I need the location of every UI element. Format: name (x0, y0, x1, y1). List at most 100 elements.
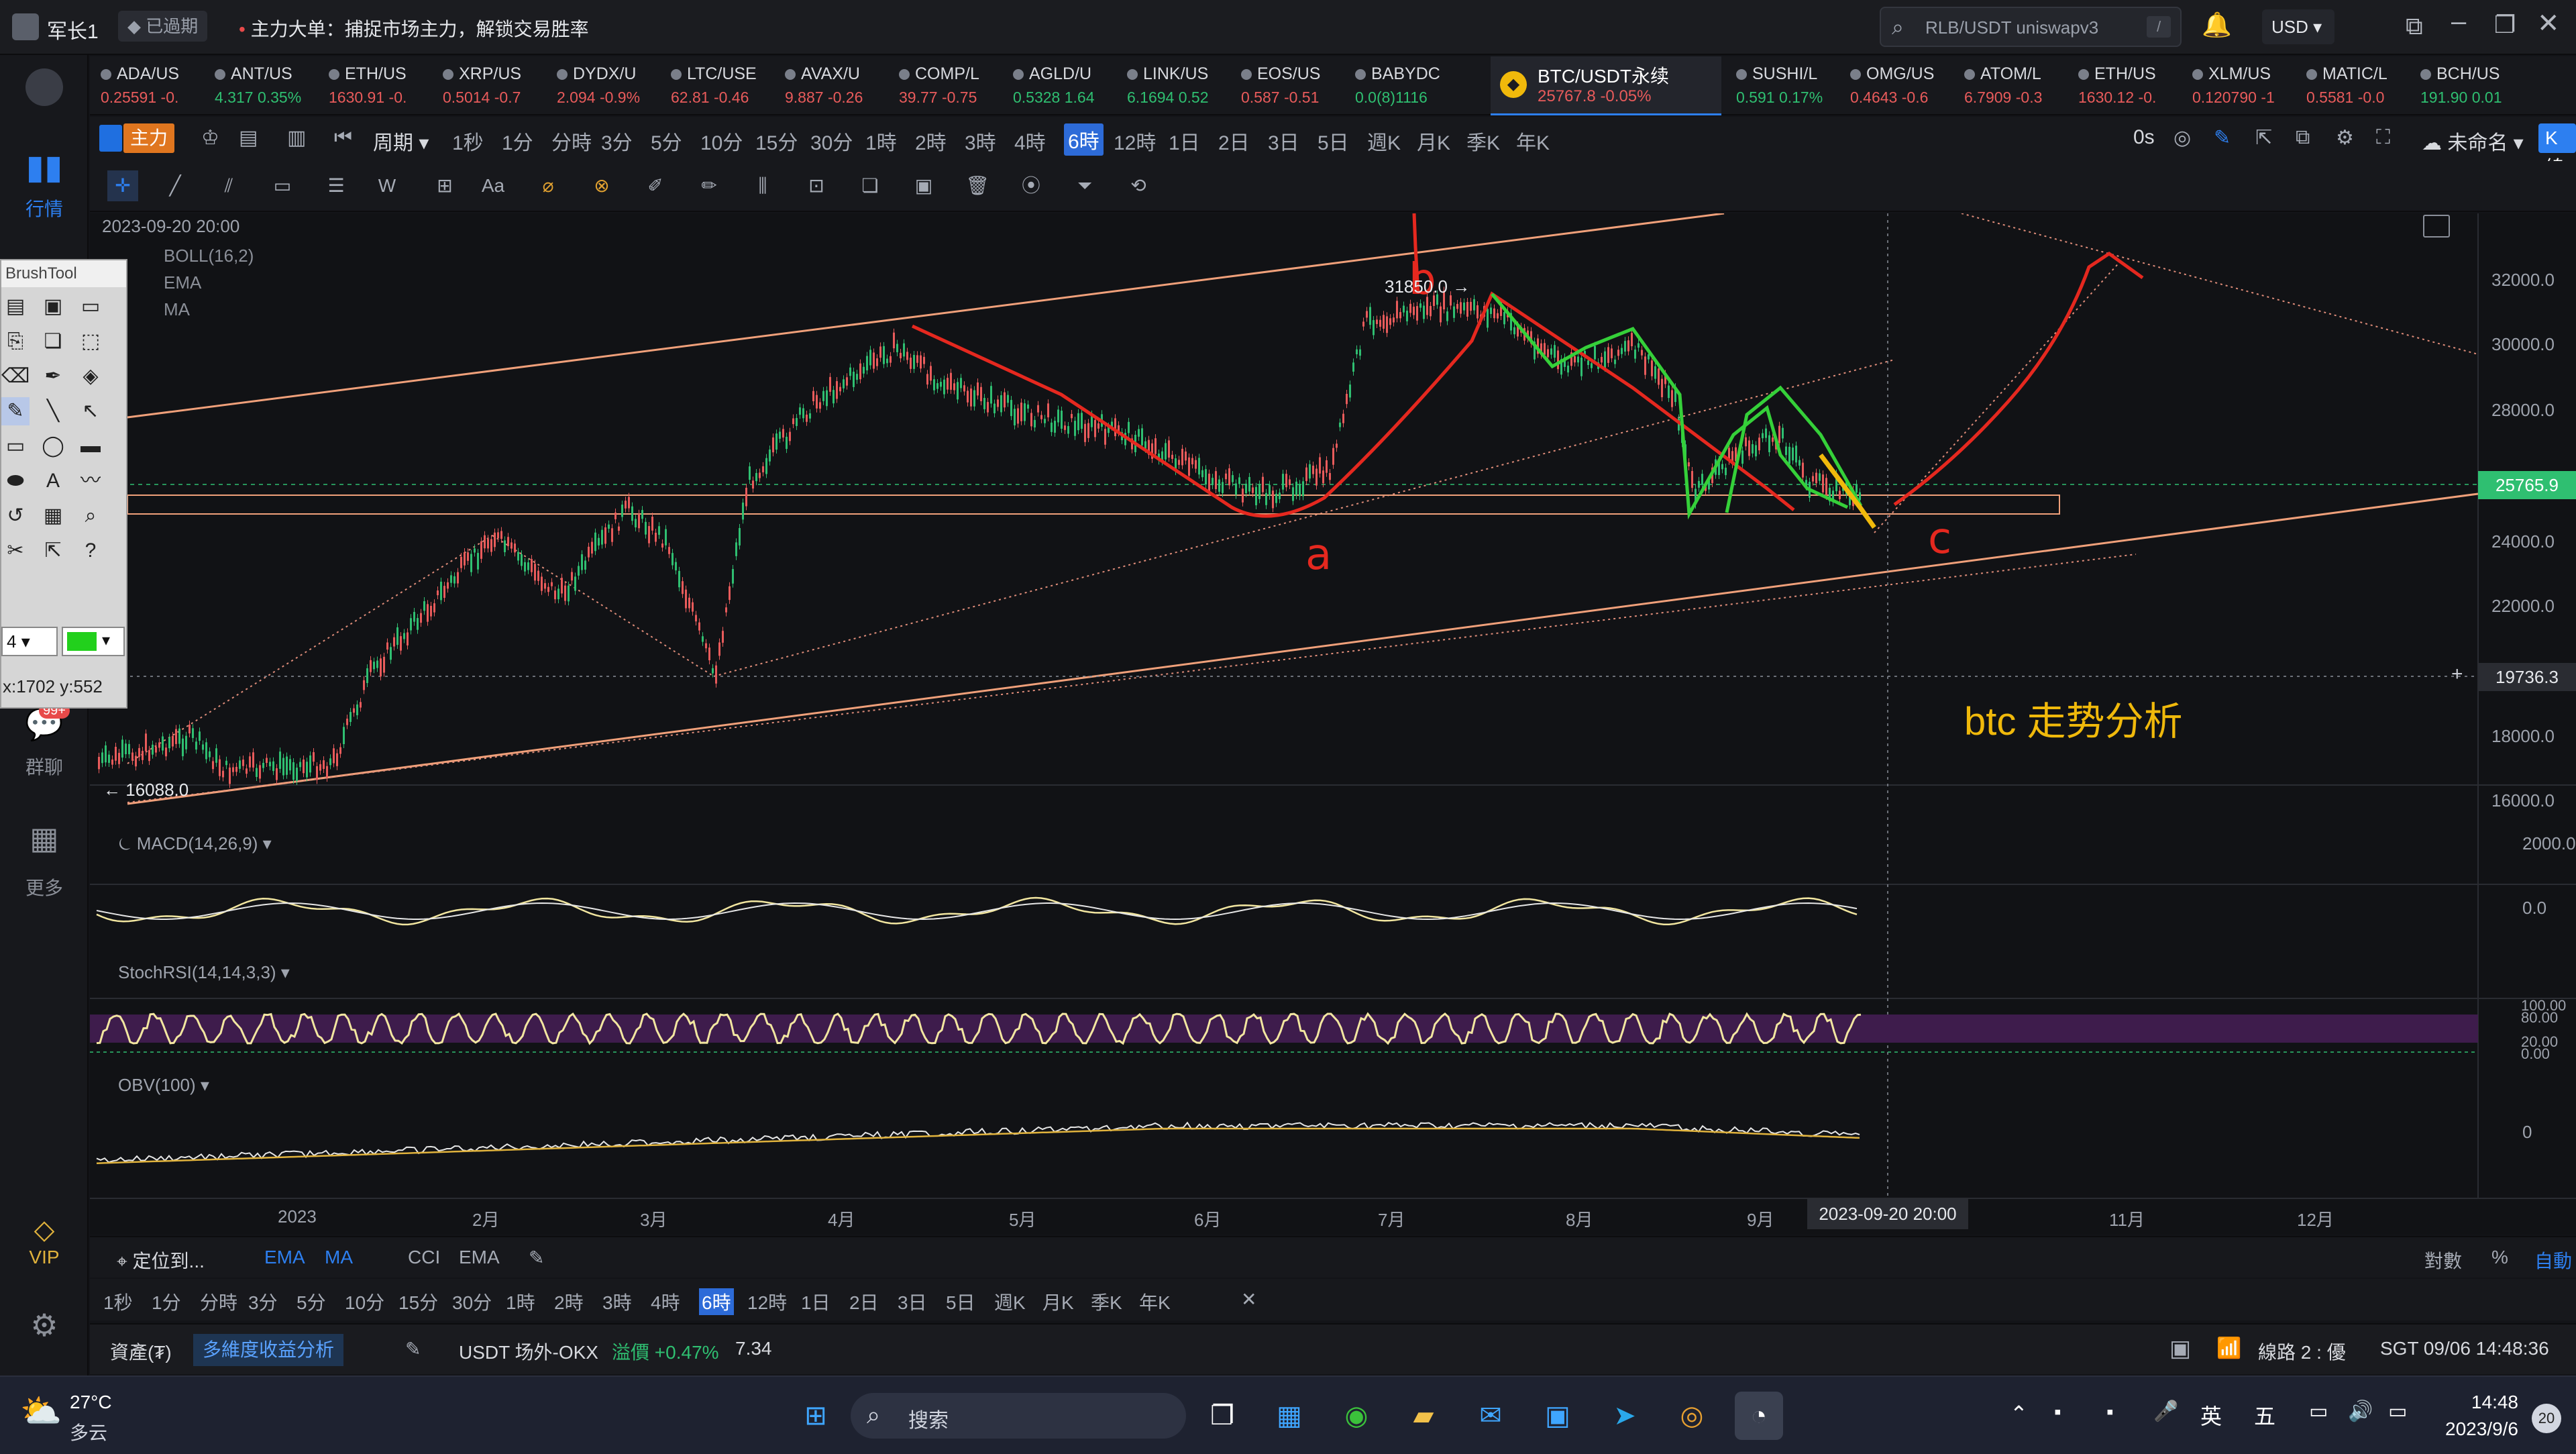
macd-label[interactable]: ⏾ MACD(14,26,9) ▾ (118, 833, 272, 855)
rect-icon[interactable]: ▭ (1, 432, 30, 460)
tools-icon[interactable]: ✂ (1, 537, 30, 565)
nav-market[interactable]: 行情 (0, 195, 89, 221)
wave-icon[interactable]: 〰 (76, 467, 105, 495)
nav-group[interactable]: 群聊 (0, 753, 89, 780)
magnet-icon[interactable]: ⦿ (1016, 170, 1046, 201)
notification-badge[interactable]: 20 (2532, 1404, 2561, 1433)
channel-tool-icon[interactable]: ⫽ (213, 170, 244, 201)
ticker-item[interactable]: ETH/US 1630.91 -0. (319, 62, 440, 111)
edit-icon[interactable]: ✎ (529, 1247, 544, 1269)
pointer-icon[interactable]: ⇱ (39, 537, 67, 565)
obv-label[interactable]: OBV(100) ▾ (118, 1075, 209, 1096)
duplicate-tool-icon[interactable]: ❏ (855, 170, 885, 201)
gear-icon[interactable]: ⚙ (2336, 126, 2354, 150)
assets-label[interactable]: 資產(₮) (110, 1338, 172, 1365)
user-name[interactable]: 军长1 (47, 15, 99, 44)
main-force-button[interactable]: 主力 (123, 123, 175, 153)
period-shortcut[interactable]: 15分 (398, 1288, 438, 1315)
ema-toggle[interactable]: EMA (264, 1247, 305, 1268)
auto-scale-toggle[interactable]: 自動 (2534, 1247, 2572, 1274)
open-icon[interactable]: ▤ (1, 293, 30, 321)
log-scale-toggle[interactable]: 對數 (2424, 1247, 2462, 1274)
grid-icon[interactable]: ▦ (39, 502, 67, 530)
trash-icon[interactable]: 🗑 (962, 170, 993, 201)
line-tool-icon[interactable]: ╱ (160, 170, 191, 201)
ticker-item[interactable]: ETH/US 1630.12 -0. (2069, 62, 2190, 111)
brush-size-select[interactable]: 4 ▾ (1, 627, 58, 656)
period-option[interactable]: 3時 (965, 126, 996, 156)
cursor-tool-icon[interactable]: ✛ (107, 170, 138, 201)
paste-icon[interactable]: ⎘ (1, 327, 30, 356)
membership-status-badge[interactable]: ◆ 已過期 (118, 11, 208, 42)
ticker-item[interactable]: LTC/USE 62.81 -0.46 (661, 62, 782, 111)
text-icon[interactable]: A (39, 467, 67, 495)
export-icon[interactable]: ⇱ (2255, 126, 2272, 150)
sync-icon[interactable]: ⟲ (1123, 170, 1154, 201)
search-input[interactable]: RLB/USDT uniswapv3 (1925, 17, 2098, 38)
period-option[interactable]: 分時 (551, 126, 592, 156)
indicator-ma[interactable]: MA (164, 299, 190, 320)
volume-icon[interactable]: 🔊 (2348, 1400, 2373, 1423)
period-option[interactable]: 1時 (865, 126, 897, 156)
period-option[interactable]: 10分 (700, 126, 743, 156)
period-option[interactable]: 15分 (755, 126, 798, 156)
monitor-icon[interactable]: ▭ (76, 293, 105, 321)
copy-icon[interactable]: ⧉ (2296, 126, 2310, 149)
nav-more[interactable]: 更多 (0, 874, 89, 900)
battery-icon[interactable]: ▭ (2388, 1400, 2407, 1423)
clock-time[interactable]: 14:48 (2439, 1392, 2518, 1413)
trading-app-icon[interactable]: ◔ (1735, 1392, 1783, 1440)
period-select[interactable]: 周期 ▾ (373, 126, 429, 156)
ime-mode[interactable]: 五 (2254, 1400, 2275, 1431)
store-icon[interactable]: ▦ (1265, 1392, 1313, 1440)
fib-tool-icon[interactable]: ☰ (321, 170, 352, 201)
vip-icon[interactable]: ◇ (0, 1214, 89, 1245)
clock-date[interactable]: 2023/9/6 (2419, 1418, 2518, 1440)
period-shortcut[interactable]: 1時 (506, 1288, 535, 1315)
grid-icon[interactable]: ▦ (0, 820, 89, 856)
mic-icon[interactable]: 🎤 (2153, 1400, 2178, 1423)
layout-icon[interactable]: ▥ (287, 126, 306, 150)
close-periods-icon[interactable]: ✕ (1241, 1288, 1256, 1310)
ema2-toggle[interactable]: EMA (459, 1247, 500, 1268)
ticker-item[interactable]: EOS/US 0.587 -0.51 (1232, 62, 1352, 111)
ticker-item[interactable]: AVAX/U 9.887 -0.26 (775, 62, 896, 111)
period-shortcut[interactable]: 分時 (200, 1288, 237, 1315)
pen-icon[interactable]: ✎ (1, 397, 30, 425)
crown-icon[interactable]: ♔ (201, 126, 219, 150)
period-option[interactable]: 1分 (502, 126, 533, 156)
crosshair-plus-icon[interactable]: + (2451, 663, 2463, 686)
filled-ellipse-icon[interactable]: ⬬ (1, 467, 30, 495)
template-tool-icon[interactable]: ▣ (908, 170, 939, 201)
period-option[interactable]: 2時 (915, 126, 947, 156)
ticker-item[interactable]: BCH/US 191.90 0.01 (2411, 62, 2532, 111)
eraser-icon[interactable]: ⌫ (1, 362, 30, 391)
period-option[interactable]: 12時 (1114, 126, 1156, 156)
pencil-tool-icon[interactable]: ✏ (694, 170, 724, 201)
period-option[interactable]: 4時 (1014, 126, 1046, 156)
wave-tool-icon[interactable]: W (372, 170, 402, 201)
settings-icon[interactable]: ⚙ (0, 1307, 89, 1343)
brush-color-select[interactable]: ▾ (62, 627, 125, 656)
period-shortcut[interactable]: 3分 (248, 1288, 278, 1315)
chart-area[interactable]: b a c 2023-09-20 20:00 BOLL(16,2) EMA MA… (90, 213, 2576, 1235)
cci-toggle[interactable]: CCI (408, 1247, 440, 1268)
profit-analysis-button[interactable]: 多維度收益分析 (193, 1334, 344, 1366)
period-shortcut[interactable]: 季K (1091, 1288, 1122, 1315)
help-icon[interactable]: ▣ (2169, 1335, 2191, 1362)
taskbar-search[interactable]: ⌕ 搜索 (851, 1393, 1186, 1439)
period-shortcut[interactable]: 1分 (152, 1288, 181, 1315)
arrow-icon[interactable]: ↖ (76, 397, 105, 425)
percent-toggle[interactable]: % (2491, 1247, 2508, 1268)
network-icon[interactable]: ▭ (2309, 1400, 2328, 1423)
period-option[interactable]: 3分 (601, 126, 633, 156)
period-shortcut[interactable]: 10分 (345, 1288, 384, 1315)
help-icon[interactable]: ? (76, 537, 105, 565)
stoch-label[interactable]: StochRSI(14,14,3,3) ▾ (118, 962, 290, 983)
period-shortcut[interactable]: 4時 (651, 1288, 680, 1315)
period-shortcut[interactable]: 3時 (602, 1288, 632, 1315)
mail-icon[interactable]: ✉ (1466, 1392, 1515, 1440)
text-tool-icon[interactable]: Aa (478, 170, 508, 201)
period-shortcut[interactable]: 月K (1042, 1288, 1074, 1315)
fill-icon[interactable]: ◈ (76, 362, 105, 391)
